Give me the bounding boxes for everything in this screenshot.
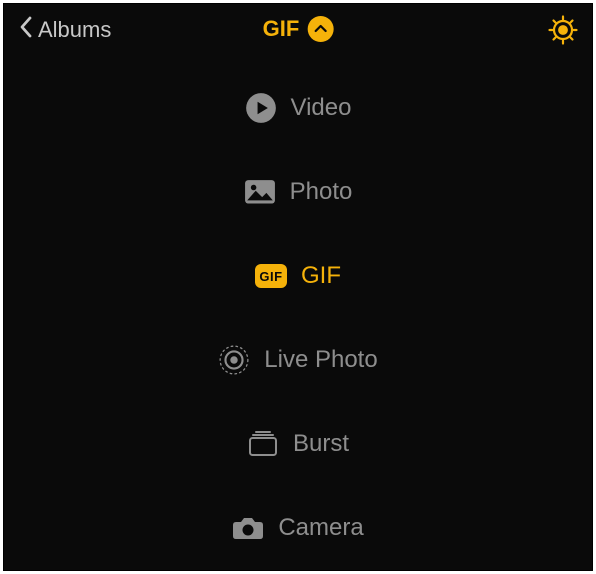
play-icon — [245, 94, 277, 122]
gear-icon — [548, 32, 578, 49]
header: Albums GIF — [4, 4, 592, 56]
menu-item-live-photo[interactable]: Live Photo — [198, 346, 398, 374]
menu-label: GIF — [301, 262, 341, 290]
settings-button[interactable] — [548, 15, 578, 45]
menu-item-gif[interactable]: GIF GIF — [198, 262, 398, 290]
menu-label: Video — [291, 94, 352, 122]
back-label: Albums — [38, 17, 111, 43]
screen: Albums GIF — [3, 3, 593, 571]
menu-item-burst[interactable]: Burst — [198, 430, 398, 458]
menu-item-camera[interactable]: Camera — [198, 514, 398, 542]
filter-menu: Video Photo GIF GIF — [4, 94, 592, 542]
burst-icon — [247, 430, 279, 458]
chevron-left-icon — [18, 15, 34, 45]
menu-label: Camera — [278, 514, 363, 542]
live-photo-icon — [218, 346, 250, 374]
menu-item-video[interactable]: Video — [198, 94, 398, 122]
menu-item-photo[interactable]: Photo — [198, 178, 398, 206]
menu-label: Burst — [293, 430, 349, 458]
camera-icon — [232, 514, 264, 542]
photo-icon — [244, 178, 276, 206]
menu-label: Live Photo — [264, 346, 377, 374]
title-dropdown[interactable]: GIF — [263, 16, 334, 42]
back-button[interactable]: Albums — [18, 15, 111, 45]
menu-label: Photo — [290, 178, 353, 206]
page-title: GIF — [263, 16, 300, 42]
gif-icon: GIF — [255, 262, 287, 290]
chevron-up-icon — [307, 16, 333, 42]
